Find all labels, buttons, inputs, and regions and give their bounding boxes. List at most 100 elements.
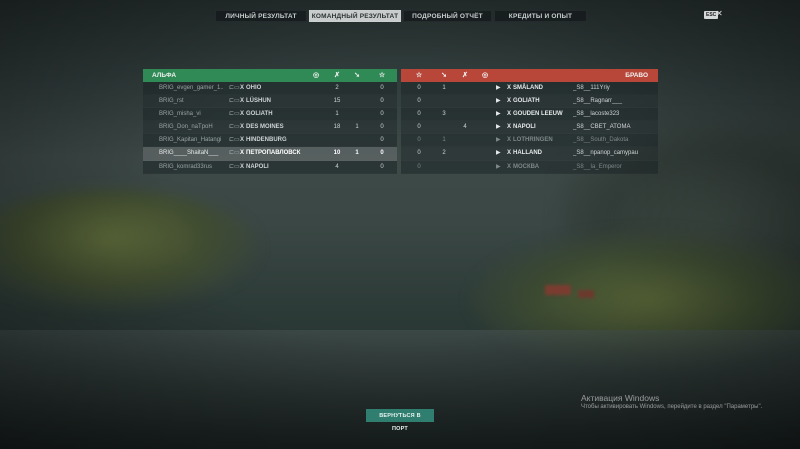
stat-kills: 4 [463,124,467,131]
stat-kills: 18 [333,124,341,131]
team-result-panel: АЛЬФА ◎ ✗ ➘ ☆ BRIG_evgen_gamer_1... ⊏▭ X OH… [143,69,658,177]
stat-score: 0 [380,163,384,170]
player-name: BRIG_komrad33rus [159,163,213,170]
team-bravo-title: БРАВО [625,72,648,79]
tab-personal-result[interactable]: ЛИЧНЫЙ РЕЗУЛЬТАТ [215,10,307,22]
star-icon: ☆ [378,72,386,79]
ship-class-icon: ▶ [496,150,501,157]
background-scene [0,0,800,449]
ship-name: ПЕТРОПАВЛОВСК [246,150,301,157]
ship-tier: X [240,163,245,170]
player-row[interactable]: 0 ▶ X МОСКВА _S8__Ia_Emperor [401,161,658,174]
ship-class-icon: ▶ [496,111,501,118]
player-row[interactable]: 0 ▶ X GOLIATH _S8__Ragnarr___ [401,95,658,108]
ship-class-icon: ▶ [496,137,501,144]
return-to-port-button[interactable]: ВЕРНУТЬСЯ В ПОРТ [366,409,434,432]
ship-tier: X [507,111,512,118]
stat-planes: 1 [442,85,446,91]
stat-kills: 4 [335,163,339,170]
ship-name: GOLIATH [246,111,273,118]
watermark-text: Чтобы активировать Windows, перейдите в … [581,404,763,410]
player-row[interactable]: BRIG_evgen_gamer_1... ⊏▭ X OHIO 2 0 [143,82,397,95]
ship-name: GOLIATH [513,98,540,105]
stat-planes: 2 [442,150,446,157]
ship-tier: X [240,124,245,131]
ship-class-icon: ⊏▭ [229,137,240,144]
player-row[interactable]: BRIG_komrad33rus ⊏▭ X NAPOLI 4 0 [143,161,397,174]
player-row[interactable]: BRIG_misha_vi ⊏▭ X GOLIATH 1 0 [143,108,397,121]
ship-name: GOUDEN LEEUW [513,111,563,118]
player-row[interactable]: 0 2 ▶ X HALLAND _S8__npanop_camypau [401,147,658,160]
tab-credits-and-xp[interactable]: КРЕДИТЫ И ОПЫТ [494,10,587,22]
ship-name: LOTHRINGEN [513,137,553,144]
ship-class-icon: ▶ [496,85,501,91]
stat-score: 0 [380,98,384,105]
stat-score: 0 [380,111,384,118]
ship-class-icon: ⊏▭ [229,163,240,170]
player-row[interactable]: 0 3 ▶ X GOUDEN LEEUW _S8__lacoste323 [401,108,658,121]
player-row[interactable]: BRIG_Kapitan_Hatangi ⊏▭ X HINDENBURG 0 [143,134,397,147]
stat-planes: 1 [355,150,359,157]
result-tabs: ЛИЧНЫЙ РЕЗУЛЬТАТ КОМАНДНЫЙ РЕЗУЛЬТАТ ПОД… [215,10,587,22]
stat-score: 0 [380,137,384,144]
stat-kills: 10 [333,150,341,157]
player-name: _S8__npanop_camypau [573,150,639,157]
ship-name: NAPOLI [246,163,269,170]
player-name: _S8__111Yriy [573,85,610,91]
player-name: _S8__South_Dakota [573,137,629,144]
tab-team-result[interactable]: КОМАНДНЫЙ РЕЗУЛЬТАТ [309,10,401,22]
team-bravo: ☆ ➘ ✗ ◎ БРАВО 0 1 ▶ X SMÅLAND _S8__111Yriy 0 ▶ X… [401,69,658,177]
stat-score: 0 [380,85,384,91]
player-name: _S8__Ragnarr___ [573,98,623,105]
player-row[interactable]: BRIG____ShaitaN___ ⊏▭ X ПЕТРОПАВЛОВСК 10 1 0 [143,147,397,161]
player-row[interactable]: BRIG_Don_naTpoH ⊏▭ X DES MOINES 18 1 0 [143,121,397,134]
stat-score: 0 [380,150,384,157]
ship-class-icon: ▶ [496,98,501,105]
base-capture-icon: ◎ [481,72,489,79]
tab-detailed-report[interactable]: ПОДРОБНЫЙ ОТЧЁТ [403,10,492,22]
player-name: BRIG_evgen_gamer_1... [159,85,223,91]
stat-score: 0 [417,137,421,144]
player-name: BRIG_Kapitan_Hatangi [159,137,222,144]
stat-score: 0 [417,111,421,118]
ship-tier: X [507,163,512,170]
ship-name: OHIO [246,85,262,91]
watermark-title: Активация Windows [581,393,660,403]
stat-planes: 1 [442,137,446,144]
ship-tier: X [240,111,245,118]
stat-kills: 2 [335,85,339,91]
stat-score: 0 [380,124,384,131]
player-name: BRIG_rst [159,98,184,105]
player-row[interactable]: 0 1 ▶ X LOTHRINGEN _S8__South_Dakota [401,134,658,147]
ship-tier: X [240,137,245,144]
ship-name: SMÅLAND [513,85,543,91]
ship-class-icon: ▶ [496,163,501,170]
ship-name: DES MOINES [246,124,284,131]
ship-name: МОСКВА [513,163,540,170]
ship-class-icon: ⊏▭ [229,124,240,131]
player-row[interactable]: 0 1 ▶ X SMÅLAND _S8__111Yriy [401,82,658,95]
stat-kills: 1 [335,111,339,118]
damage-icon: ➘ [354,72,360,79]
ship-class-icon: ▶ [496,124,501,131]
ship-tier: X [240,98,245,105]
stat-score: 0 [417,163,421,170]
player-name: BRIG____ShaitaN___ [159,150,219,157]
ship-tier: X [507,85,512,91]
team-bravo-list: 0 1 ▶ X SMÅLAND _S8__111Yriy 0 ▶ X GOLIATH _S8__Ra… [401,82,658,174]
player-name: _S8__CBET_ATOMA [573,124,631,131]
player-row[interactable]: BRIG_rst ⊏▭ X LÜSHUN 15 0 [143,95,397,108]
ship-class-icon: ⊏▭ [229,150,240,157]
stat-score: 0 [417,124,421,131]
ship-tier: X [507,98,512,105]
player-name: _S8__Ia_Emperor [573,163,622,170]
windows-activation-watermark: Активация Windows Чтобы активировать Win… [581,393,762,412]
ship-name: HALLAND [513,150,542,157]
base-capture-icon: ◎ [312,72,320,79]
player-row[interactable]: 0 4 ▶ X NAPOLI _S8__CBET_ATOMA [401,121,658,134]
player-name: BRIG_misha_vi [159,111,201,118]
close-icon[interactable]: ✕ [716,9,723,19]
ship-tier: X [507,150,512,157]
ship-tier: X [240,85,245,91]
player-name: BRIG_Don_naTpoH [159,124,213,131]
